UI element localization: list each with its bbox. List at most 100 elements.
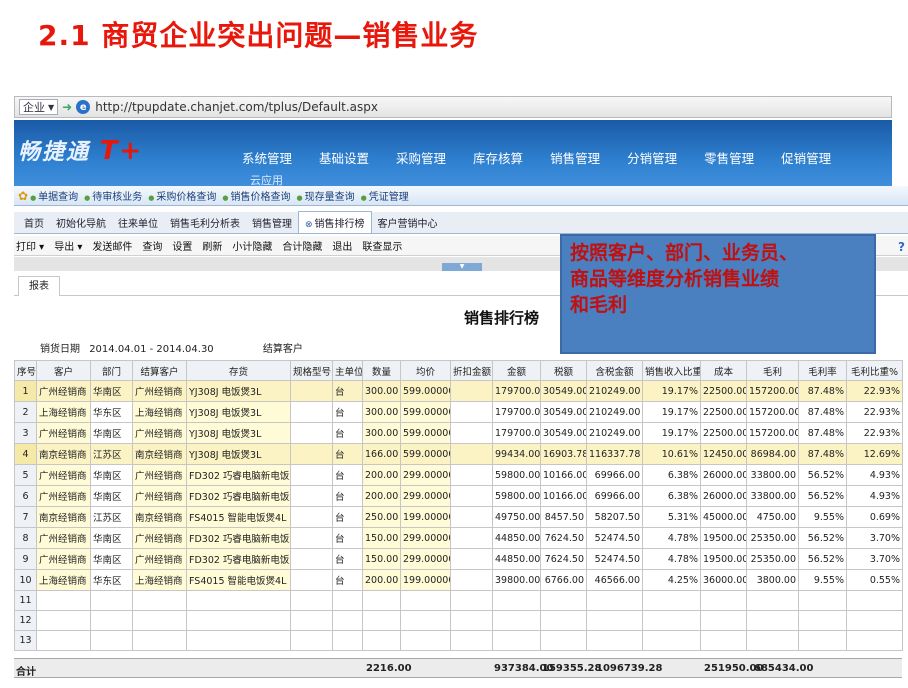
tab-gross-profit[interactable]: 销售毛利分析表: [164, 212, 246, 233]
menu-basic-settings[interactable]: 基础设置: [319, 148, 369, 167]
column-header[interactable]: 主单位: [332, 360, 363, 381]
table-row[interactable]: 7 南京经销商 江苏区 南京经销商 FS4015 智能电饭煲4L 台 250.00 199.0…: [14, 506, 903, 528]
table-row[interactable]: 9广州经销商华南区广州经销商FD302 巧睿电脑新电饭煲4L台150.00299…: [14, 548, 903, 570]
table-cell: 6766.00: [540, 569, 587, 591]
table-cell: 300.00: [362, 380, 401, 402]
help-icon[interactable]: ?: [898, 240, 905, 254]
tab-sales-mgmt[interactable]: 销售管理: [246, 212, 298, 233]
tab-init-nav[interactable]: 初始化导航: [50, 212, 112, 233]
linked-query-button[interactable]: 联查显示: [362, 238, 402, 253]
export-button[interactable]: 导出 ▾: [54, 238, 82, 253]
table-cell: [332, 610, 363, 631]
quick-item-voucher[interactable]: 凭证管理: [361, 188, 409, 203]
table-cell: [450, 422, 493, 444]
table-row[interactable]: 10 上海经销商 华东区 上海经销商 FS4015 智能电饭煲4L 台 200.00 199.…: [14, 569, 903, 591]
column-header[interactable]: 税额: [540, 360, 587, 381]
menu-retail[interactable]: 零售管理: [704, 148, 754, 167]
table-cell: [450, 527, 493, 549]
table-cell: 华南区: [90, 464, 133, 486]
table-cell: [700, 590, 747, 611]
table-cell: [362, 630, 401, 651]
url-field[interactable]: http://tpupdate.chanjet.com/tplus/Defaul…: [95, 100, 378, 114]
forward-arrow-icon[interactable]: ➜: [62, 100, 72, 114]
logo-text: 畅捷通: [18, 140, 91, 165]
column-header[interactable]: 销售收入比重%: [642, 360, 701, 381]
table-cell: 7: [14, 506, 37, 528]
table-cell: 210249.00: [586, 401, 643, 423]
table-cell: [450, 569, 493, 591]
menu-cloud-apps[interactable]: 云应用: [250, 172, 283, 186]
column-header[interactable]: 部门: [90, 360, 133, 381]
quick-item-document-query[interactable]: 单据查询: [30, 188, 78, 203]
menu-distribution[interactable]: 分销管理: [627, 148, 677, 167]
quick-item-purchase-price[interactable]: 采购价格查询: [148, 188, 216, 203]
table-cell: [186, 590, 291, 611]
table-cell: [586, 590, 643, 611]
column-header[interactable]: 序号: [14, 360, 37, 381]
table-cell: [700, 630, 747, 651]
table-cell: [290, 422, 333, 444]
column-header[interactable]: 存货: [186, 360, 291, 381]
report-tab[interactable]: 报表: [18, 276, 60, 296]
table-row[interactable]: 8广州经销商华南区广州经销商FD302 巧睿电脑新电饭煲4L台150.00299…: [14, 527, 903, 549]
table-cell: [36, 630, 91, 651]
send-mail-button[interactable]: 发送邮件: [92, 238, 132, 253]
column-header[interactable]: 客户: [36, 360, 91, 381]
quick-item-pending-review[interactable]: 待审核业务: [84, 188, 142, 203]
column-header[interactable]: 均价: [400, 360, 451, 381]
exit-button[interactable]: 退出: [332, 238, 352, 253]
column-header[interactable]: 折扣金额: [450, 360, 493, 381]
table-cell: 25350.00: [746, 527, 799, 549]
empty-table-row[interactable]: 11: [14, 590, 903, 611]
menu-sales[interactable]: 销售管理: [550, 148, 600, 167]
table-cell: 22500.00: [700, 422, 747, 444]
menu-promotion[interactable]: 促销管理: [781, 148, 831, 167]
column-header[interactable]: 结算客户: [132, 360, 187, 381]
expand-handle-icon[interactable]: ▼: [442, 263, 482, 271]
empty-table-row[interactable]: 12: [14, 610, 903, 631]
quick-item-sales-price[interactable]: 销售价格查询: [222, 188, 291, 203]
query-button[interactable]: 查询: [142, 238, 162, 253]
table-cell: 1: [14, 380, 37, 402]
menu-system[interactable]: 系统管理: [242, 148, 292, 167]
gear-icon[interactable]: ✿: [18, 189, 28, 203]
table-cell: 华南区: [90, 527, 133, 549]
table-row[interactable]: 4 南京经销商 江苏区 南京经销商 YJ308J 电饭煲3L 台 166.00 599.000…: [14, 443, 903, 465]
column-header[interactable]: 成本: [700, 360, 747, 381]
refresh-button[interactable]: 刷新: [202, 238, 222, 253]
table-row[interactable]: 5广州经销商华南区广州经销商FD302 巧睿电脑新电饭煲4L台200.00299…: [14, 464, 903, 486]
hide-total-button[interactable]: 合计隐藏: [282, 238, 322, 253]
tab-sales-ranking[interactable]: ⊗ 销售排行榜: [298, 211, 372, 233]
print-button[interactable]: 打印 ▾: [16, 238, 44, 253]
table-cell: 299.000000: [400, 527, 451, 549]
table-row[interactable]: 3 广州经销商 华南区 广州经销商 YJ308J 电饭煲3L 台 300.00 599.000…: [14, 422, 903, 444]
table-cell: [540, 630, 587, 651]
menu-purchase[interactable]: 采购管理: [396, 148, 446, 167]
table-cell: [642, 590, 701, 611]
column-header[interactable]: 数量: [362, 360, 401, 381]
column-header[interactable]: 规格型号: [290, 360, 333, 381]
favorites-dropdown[interactable]: 企业 ▼: [19, 99, 59, 115]
column-header[interactable]: 毛利率: [798, 360, 847, 381]
settings-button[interactable]: 设置: [172, 238, 192, 253]
tab-home[interactable]: 首页: [18, 212, 50, 233]
empty-table-row[interactable]: 13: [14, 630, 903, 651]
column-header[interactable]: 含税金额: [586, 360, 643, 381]
tab-partners[interactable]: 往来单位: [112, 212, 164, 233]
quick-item-stock-query[interactable]: 现存量查询: [297, 188, 355, 203]
favorites-label: 企业: [23, 101, 45, 114]
table-cell: 116337.78: [586, 443, 643, 465]
table-row[interactable]: 6广州经销商华南区广州经销商FD302 巧睿电脑新电饭煲4L台200.00299…: [14, 485, 903, 507]
tab-customer-marketing[interactable]: 客户营销中心: [372, 212, 444, 233]
column-header[interactable]: 金额: [492, 360, 541, 381]
menu-inventory[interactable]: 库存核算: [473, 148, 523, 167]
close-icon[interactable]: ⊗: [305, 220, 313, 230]
table-row[interactable]: 1 广州经销商 华南区 广州经销商 YJ308J 电饭煲3L 台 300.00 599.000…: [14, 380, 903, 402]
column-header[interactable]: 毛利比重%: [846, 360, 903, 381]
table-cell: 3: [14, 422, 37, 444]
hide-subtotal-button[interactable]: 小计隐藏: [232, 238, 272, 253]
table-cell: 华东区: [90, 401, 133, 423]
table-row[interactable]: 2 上海经销商 华东区 上海经销商 YJ308J 电饭煲3L 台 300.00 599.000…: [14, 401, 903, 423]
column-header[interactable]: 毛利: [746, 360, 799, 381]
table-cell: 3.70%: [846, 527, 903, 549]
